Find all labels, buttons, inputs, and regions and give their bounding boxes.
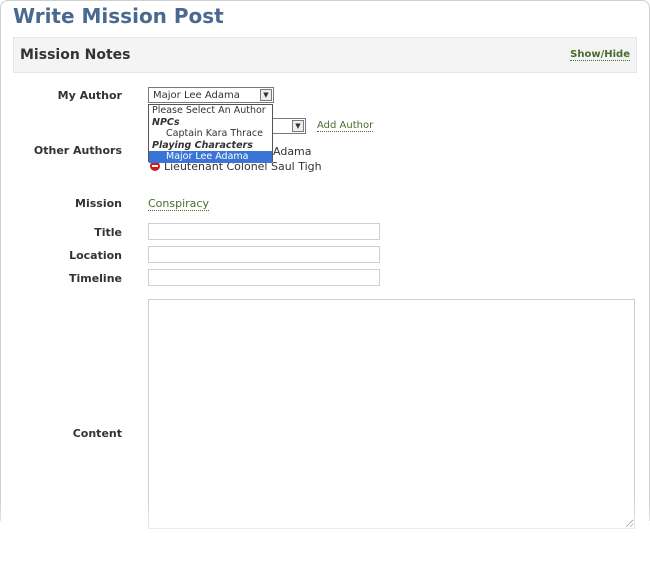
- my-author-label: My Author: [57, 89, 122, 102]
- my-author-dropdown-list[interactable]: Please Select An Author NPCs Captain Kar…: [148, 104, 273, 163]
- timeline-label: Timeline: [68, 272, 122, 285]
- content-label: Content: [72, 427, 122, 440]
- chevron-down-icon[interactable]: ▼: [260, 89, 272, 101]
- my-author-select[interactable]: Major Lee Adama ▼: [148, 87, 274, 103]
- content-textarea[interactable]: [148, 299, 635, 529]
- dropdown-option[interactable]: Captain Kara Thrace: [149, 128, 272, 140]
- dropdown-option-selected[interactable]: Major Lee Adama: [149, 151, 272, 163]
- chevron-down-icon[interactable]: ▼: [292, 120, 304, 132]
- my-author-select-value: Major Lee Adama: [153, 90, 240, 101]
- location-label: Location: [69, 249, 122, 262]
- title-input[interactable]: [148, 223, 380, 240]
- dropdown-group-label: Playing Characters: [152, 139, 253, 151]
- page-title: Write Mission Post: [13, 4, 224, 28]
- author-name: Adama: [273, 145, 312, 158]
- location-input[interactable]: [148, 246, 380, 263]
- timeline-input[interactable]: [148, 269, 380, 286]
- mission-label: Mission: [75, 197, 122, 210]
- title-label: Title: [94, 226, 122, 239]
- window-frame: Write Mission Post Mission Notes Show/Hi…: [0, 0, 650, 529]
- remove-icon[interactable]: [150, 161, 160, 171]
- author-list-item: Adama: [273, 145, 312, 158]
- other-authors-label: Other Authors: [33, 144, 122, 157]
- mission-link[interactable]: Conspiracy: [148, 197, 209, 211]
- mission-notes-title: Mission Notes: [20, 47, 131, 63]
- show-hide-link[interactable]: Show/Hide: [570, 49, 630, 61]
- mission-notes-bar: Mission Notes Show/Hide: [13, 37, 637, 73]
- dropdown-option[interactable]: Please Select An Author: [149, 105, 272, 117]
- add-author-link[interactable]: Add Author: [317, 120, 374, 132]
- dropdown-group-label: NPCs: [152, 116, 180, 128]
